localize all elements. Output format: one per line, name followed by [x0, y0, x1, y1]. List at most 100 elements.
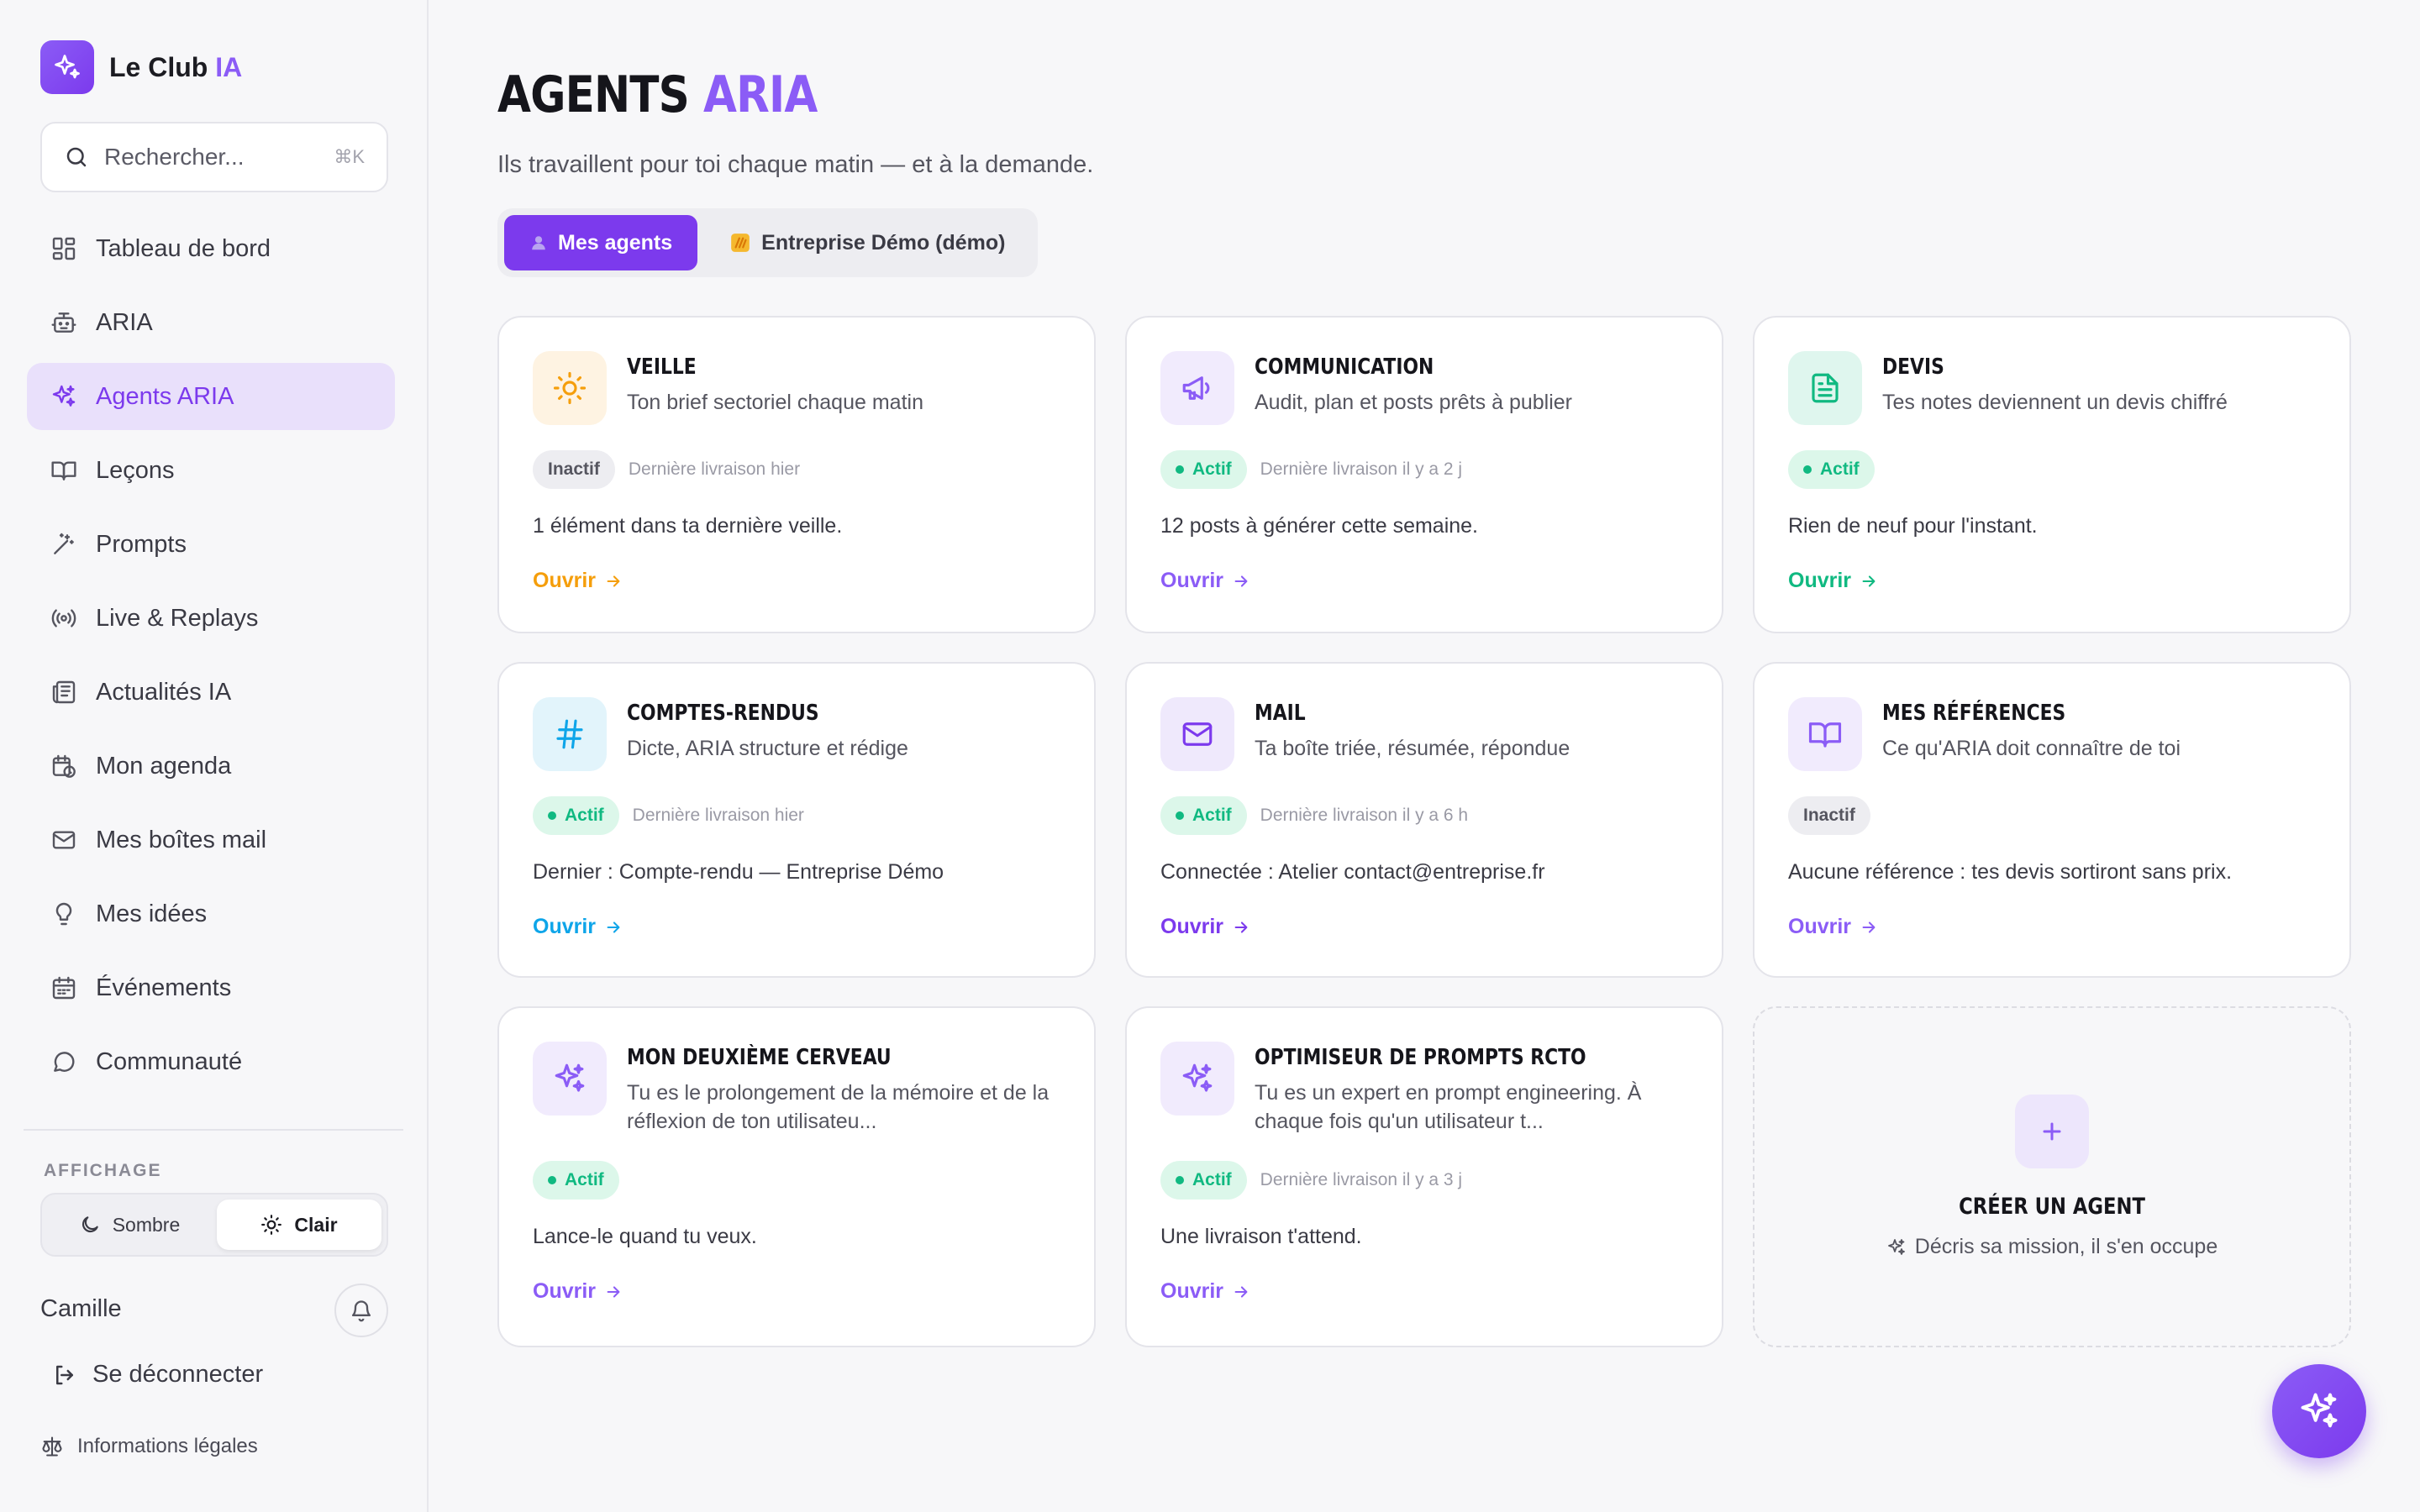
open-agent-link[interactable]: Ouvrir [1788, 569, 1878, 593]
notifications-button[interactable] [334, 1284, 388, 1337]
agent-info: Rien de neuf pour l'instant. [1788, 514, 2038, 538]
logout-icon [52, 1362, 77, 1388]
open-agent-link[interactable]: Ouvrir [1160, 915, 1250, 939]
status-dot [1176, 811, 1184, 820]
sidebar: Le Club IA Rechercher... ⌘K Tableau de b… [0, 0, 429, 1512]
agent-card[interactable]: Optimiseur de prompts RCTO Tu es un exper… [1125, 1006, 1723, 1347]
tab-mes-agents[interactable]: Mes agents [504, 215, 698, 270]
last-delivery: Dernière livraison il y a 6 h [1260, 806, 1469, 825]
calendar-clock-icon [50, 753, 77, 780]
tab-entreprise-demo[interactable]: Entreprise Démo (démo) [704, 215, 1030, 270]
legal-link[interactable]: Informations légales [40, 1435, 258, 1458]
agent-meta: Actif Dernière livraison il y a 6 h [1160, 796, 1688, 835]
agent-meta: Actif Dernière livraison il y a 3 j [1160, 1161, 1688, 1200]
agent-card[interactable]: Devis Tes notes deviennent un devis chiff… [1753, 316, 2351, 633]
tab-label: Mes agents [558, 230, 673, 255]
status-dot [1176, 465, 1184, 474]
sidebar-item-mes-bo-tes-mail[interactable]: Mes boîtes mail [27, 806, 395, 874]
sidebar-item-prompts[interactable]: Prompts [27, 511, 395, 578]
open-label: Ouvrir [533, 1279, 597, 1303]
status-badge: Actif [1160, 1161, 1247, 1200]
theme-toggle: Sombre Clair [40, 1193, 388, 1257]
book-icon [1788, 697, 1862, 771]
agent-description: Ton brief sectoriel chaque matin [627, 391, 923, 414]
theme-light-button[interactable]: Clair [217, 1200, 381, 1250]
open-label: Ouvrir [533, 569, 597, 592]
sidebar-item-label: Agents ARIA [96, 382, 234, 410]
open-agent-link[interactable]: Ouvrir [1788, 915, 1878, 939]
open-agent-link[interactable]: Ouvrir [533, 915, 623, 939]
sidebar-item-communaut-[interactable]: Communauté [27, 1028, 395, 1095]
brand[interactable]: Le Club IA [40, 40, 242, 94]
broadcast-icon [50, 605, 77, 632]
sidebar-item-label: Mes boîtes mail [96, 826, 267, 853]
agent-meta: Inactif Dernière livraison hier [533, 450, 1060, 489]
sidebar-item-label: Communauté [96, 1047, 243, 1075]
agent-description: Tu es le prolongement de la mémoire et d… [627, 1081, 1050, 1133]
open-agent-link[interactable]: Ouvrir [1160, 1279, 1250, 1304]
create-agent-card[interactable]: CRÉER UN AGENT Décris sa mission, il s'en… [1753, 1006, 2351, 1347]
calendar-icon [50, 974, 77, 1001]
sparkles-icon [50, 383, 77, 410]
sidebar-item-mes-id-es[interactable]: Mes idées [27, 880, 395, 948]
agent-card[interactable]: Mes références Ce qu'ARIA doit connaître … [1753, 662, 2351, 978]
last-delivery: Dernière livraison il y a 3 j [1260, 1170, 1463, 1189]
sidebar-item-tableau-de-bord[interactable]: Tableau de bord [27, 215, 395, 282]
agent-tabs: Mes agents Entreprise Démo (démo) [497, 208, 1038, 277]
sidebar-item-live-replays[interactable]: Live & Replays [27, 585, 395, 652]
status-label: Actif [565, 806, 604, 825]
sidebar-item-mon-agenda[interactable]: Mon agenda [27, 732, 395, 800]
sidebar-item-le-ons[interactable]: Leçons [27, 437, 395, 504]
theme-light-label: Clair [294, 1213, 338, 1236]
status-badge: Actif [1160, 450, 1247, 489]
logout-label: Se déconnecter [92, 1361, 264, 1388]
agent-card[interactable]: Mon deuxième cerveau Tu es le prolongemen… [497, 1006, 1096, 1347]
status-dot [548, 811, 556, 820]
brand-name: Le Club IA [109, 51, 243, 82]
sidebar-item-aria[interactable]: ARIA [27, 289, 395, 356]
open-label: Ouvrir [1160, 1279, 1224, 1303]
theme-dark-button[interactable]: Sombre [47, 1200, 212, 1250]
last-delivery: Dernière livraison il y a 2 j [1260, 459, 1463, 479]
agent-info: Dernier : Compte-rendu — Entreprise Démo [533, 860, 944, 884]
open-agent-link[interactable]: Ouvrir [533, 1279, 623, 1304]
sparkles-icon [1886, 1237, 1907, 1257]
logout-button[interactable]: Se déconnecter [52, 1361, 263, 1389]
agent-card[interactable]: Communication Audit, plan et posts prêts … [1125, 316, 1723, 633]
status-label: Inactif [1803, 806, 1855, 825]
agent-title: Optimiseur de prompts RCTO [1255, 1045, 1586, 1070]
agent-meta: Actif [533, 1161, 1060, 1200]
sparkles-icon [2297, 1389, 2341, 1433]
agent-card[interactable]: Comptes-rendus Dicte, ARIA structure et r… [497, 662, 1096, 978]
status-badge: Actif [533, 1161, 619, 1200]
last-delivery: Dernière livraison hier [632, 806, 804, 825]
search-input[interactable]: Rechercher... ⌘K [40, 122, 388, 192]
search-shortcut: ⌘K [334, 146, 365, 167]
agent-description: Tu es un expert en prompt engineering. À… [1255, 1081, 1642, 1133]
sidebar-item-label: Mon agenda [96, 752, 232, 780]
open-label: Ouvrir [1788, 915, 1852, 938]
arrow-right-icon [1860, 572, 1878, 591]
open-label: Ouvrir [533, 915, 597, 938]
book-icon [50, 457, 77, 484]
sidebar-item-label: ARIA [96, 308, 153, 336]
aria-assistant-button[interactable] [2272, 1364, 2366, 1458]
open-agent-link[interactable]: Ouvrir [1160, 569, 1250, 593]
open-agent-link[interactable]: Ouvrir [533, 569, 623, 593]
sidebar-item-agents-aria[interactable]: Agents ARIA [27, 363, 395, 430]
sidebar-item--v-nements[interactable]: Événements [27, 954, 395, 1021]
mail-icon [1160, 697, 1234, 771]
open-label: Ouvrir [1160, 915, 1224, 938]
agent-card[interactable]: Mail Ta boîte triée, résumée, répondue Act… [1125, 662, 1723, 978]
agent-title: Veille [627, 354, 697, 380]
status-label: Actif [1192, 1170, 1232, 1189]
sidebar-item-actualit-s-ia[interactable]: Actualités IA [27, 659, 395, 726]
sidebar-item-label: Événements [96, 974, 232, 1001]
hash-icon [533, 697, 607, 771]
status-label: Actif [1820, 459, 1860, 479]
company-icon [729, 232, 751, 254]
agent-info: Aucune référence : tes devis sortiront s… [1788, 860, 2233, 884]
person-icon [529, 234, 548, 252]
agent-card[interactable]: Veille Ton brief sectoriel chaque matin In… [497, 316, 1096, 633]
wand-icon [50, 531, 77, 558]
